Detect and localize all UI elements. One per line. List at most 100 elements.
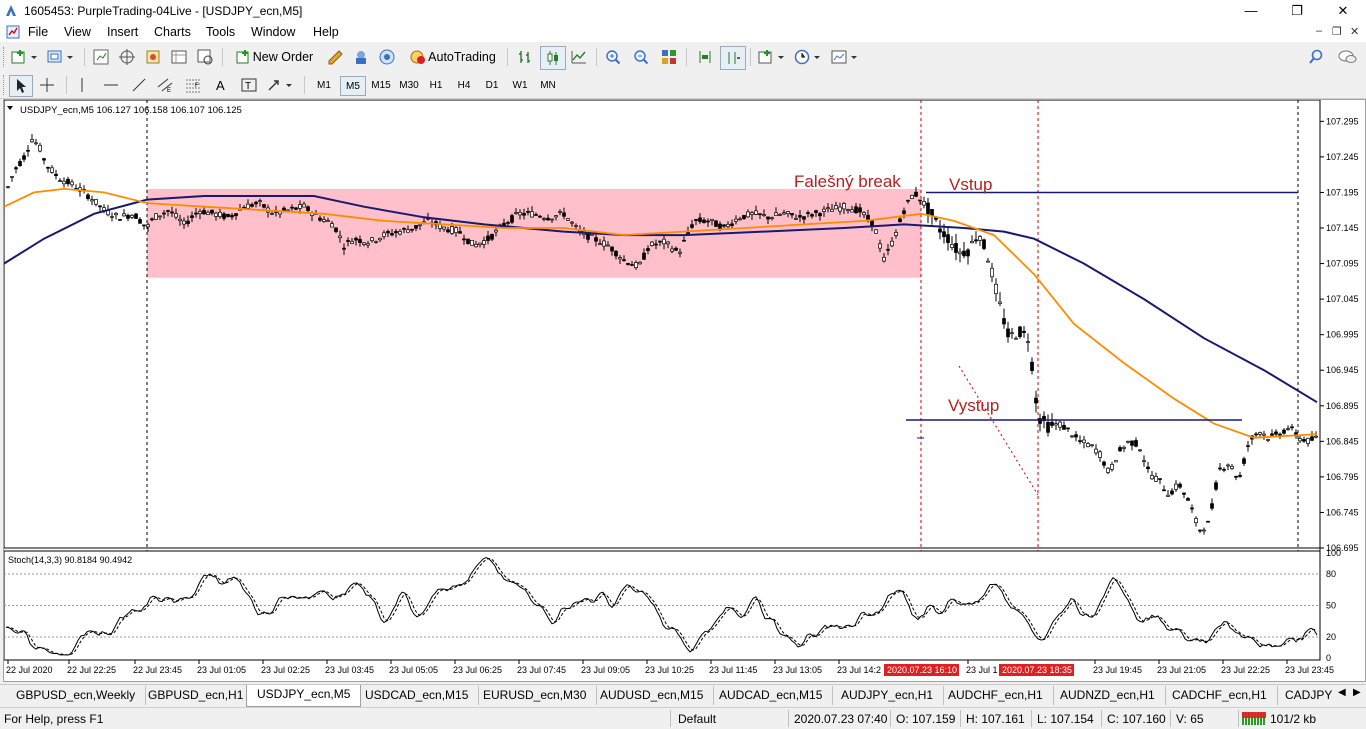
equidistant-channel-button[interactable]: E [154, 74, 176, 96]
market-watch-button[interactable] [90, 46, 112, 68]
periods-button[interactable] [793, 46, 825, 68]
candle-body [778, 214, 782, 216]
time-label: 23 Jul 03:45 [325, 665, 374, 675]
candle-body [342, 247, 346, 250]
time-marker-label: 2020.07.23 16:10 [887, 665, 957, 675]
candle-body [1142, 460, 1146, 463]
timeframe-m30[interactable]: M30 [396, 76, 422, 94]
candle-body [230, 214, 234, 218]
close-button[interactable]: ✕ [1320, 0, 1366, 22]
candle-body [1262, 433, 1266, 436]
trendline-button[interactable] [128, 74, 150, 96]
toolbar-grip[interactable] [3, 47, 7, 67]
autoscroll-button[interactable] [720, 46, 746, 70]
metaeditor-button[interactable] [324, 46, 346, 68]
menu-help[interactable]: Help [313, 25, 339, 39]
candle-body [386, 231, 390, 234]
text-button[interactable]: A [210, 74, 232, 96]
chat-button[interactable] [1336, 46, 1360, 68]
candle-body [694, 219, 698, 221]
mdi-restore-button[interactable]: ❐ [1332, 25, 1342, 38]
zoom-in-button[interactable] [602, 46, 624, 68]
vertical-line-button[interactable] [72, 74, 92, 96]
line-chart-button[interactable] [568, 46, 590, 68]
menu-window[interactable]: Window [251, 25, 295, 39]
tab-cadjpy[interactable]: CADJPY [1275, 686, 1342, 705]
menu-file[interactable]: File [28, 25, 48, 39]
timeframe-m1[interactable]: M1 [312, 76, 336, 94]
navigator-button[interactable] [142, 46, 164, 68]
time-label: 22 Jul 22:25 [67, 665, 116, 675]
tab-scroll-right-icon[interactable]: ▶ [1353, 687, 1361, 698]
templates-button[interactable] [830, 46, 862, 68]
crosshair-button[interactable] [36, 74, 58, 96]
timeframe-h1[interactable]: H1 [424, 76, 448, 94]
horizontal-line-button[interactable] [100, 74, 122, 96]
menu-tools[interactable]: Tools [206, 25, 235, 39]
timeframe-d1[interactable]: D1 [480, 76, 504, 94]
tile-windows-icon [662, 50, 676, 64]
tab-cadchf-h1[interactable]: CADCHF_ecn,H1 [1162, 686, 1278, 705]
candlestick-chart-button[interactable] [540, 46, 566, 70]
terminal-button[interactable] [168, 46, 190, 68]
timeframe-m15[interactable]: M15 [368, 76, 394, 94]
mdi-close-button[interactable]: ✕ [1350, 25, 1359, 38]
timeframe-m5[interactable]: M5 [340, 76, 366, 96]
tile-windows-button[interactable] [658, 46, 680, 68]
candle-body [62, 180, 66, 185]
candle-body [370, 237, 374, 241]
restore-button[interactable]: ❐ [1274, 0, 1320, 22]
chart-window[interactable]: Falešný break Vstup Vystup USDJPY_ecn,M5… [3, 99, 1366, 682]
chart-canvas[interactable]: Falešný break Vstup Vystup USDJPY_ecn,M5… [4, 100, 1365, 681]
timeframe-mn[interactable]: MN [536, 76, 560, 94]
zoom-out-button[interactable] [630, 46, 652, 68]
data-window-button[interactable] [116, 46, 138, 68]
tab-audnzd-h1[interactable]: AUDNZD_ecn,H1 [1050, 686, 1166, 705]
candlestick-icon [547, 51, 558, 65]
candle-body [518, 211, 522, 216]
candle-body [1170, 490, 1174, 495]
timeframe-w1[interactable]: W1 [508, 76, 532, 94]
strategy-tester-button[interactable] [194, 46, 216, 68]
cursor-arrow-icon [17, 79, 26, 93]
new-order-button[interactable]: New Order [228, 46, 320, 68]
tab-audjpy-h1[interactable]: AUDJPY_ecn,H1 [831, 686, 945, 705]
search-button[interactable] [1305, 46, 1327, 68]
menu-charts[interactable]: Charts [154, 25, 191, 39]
candle-body [1002, 318, 1006, 325]
minimize-button[interactable]: — [1228, 0, 1274, 22]
menu-view[interactable]: View [64, 25, 91, 39]
new-chart-button[interactable] [10, 46, 42, 68]
mdi-minimize-button[interactable]: – [1316, 25, 1322, 37]
profiles-button[interactable] [46, 46, 78, 68]
indicators-button[interactable] [757, 46, 789, 68]
candle-body [146, 224, 150, 228]
svg-text:F: F [195, 83, 199, 89]
menu-insert[interactable]: Insert [107, 25, 138, 39]
text-label-button[interactable]: T [238, 74, 260, 96]
cursor-button[interactable] [9, 75, 33, 97]
tab-audcad-m15[interactable]: AUDCAD_ecn,M15 [709, 686, 834, 705]
chart-shift-button[interactable] [694, 46, 716, 68]
timeframe-h4[interactable]: H4 [452, 76, 476, 94]
candle-body [130, 214, 134, 218]
chart-window-icon[interactable] [6, 25, 20, 39]
signals-button[interactable] [350, 46, 372, 68]
tab-gbpusd-weekly[interactable]: GBPUSD_ecn,Weekly [6, 686, 147, 705]
tab-audusd-m15[interactable]: AUDUSD_ecn,M15 [590, 686, 715, 705]
price-pane[interactable] [4, 100, 1321, 549]
tab-usdcad-m15[interactable]: USDCAD_ecn,M15 [355, 686, 480, 705]
tab-gbpusd-h1[interactable]: GBPUSD_ecn,H1 [138, 686, 255, 705]
tab-scroll-left-icon[interactable]: ◀ [1338, 687, 1346, 698]
new-order-icon [236, 50, 249, 64]
toolbar-grip[interactable] [3, 75, 7, 95]
bar-chart-button[interactable] [514, 46, 536, 68]
tab-audchf-h1[interactable]: AUDCHF_ecn,H1 [938, 686, 1054, 705]
arrows-button[interactable] [264, 74, 298, 96]
auto-trading-button[interactable]: AutoTrading [404, 46, 500, 68]
tab-usdjpy-m5[interactable]: USDJPY_ecn,M5 [246, 685, 362, 707]
market-button[interactable] [376, 46, 398, 68]
tab-eurusd-m30[interactable]: EURUSD_ecn,M30 [473, 686, 598, 705]
fibonacci-button[interactable]: F [182, 74, 204, 96]
candle-body [1026, 341, 1030, 343]
